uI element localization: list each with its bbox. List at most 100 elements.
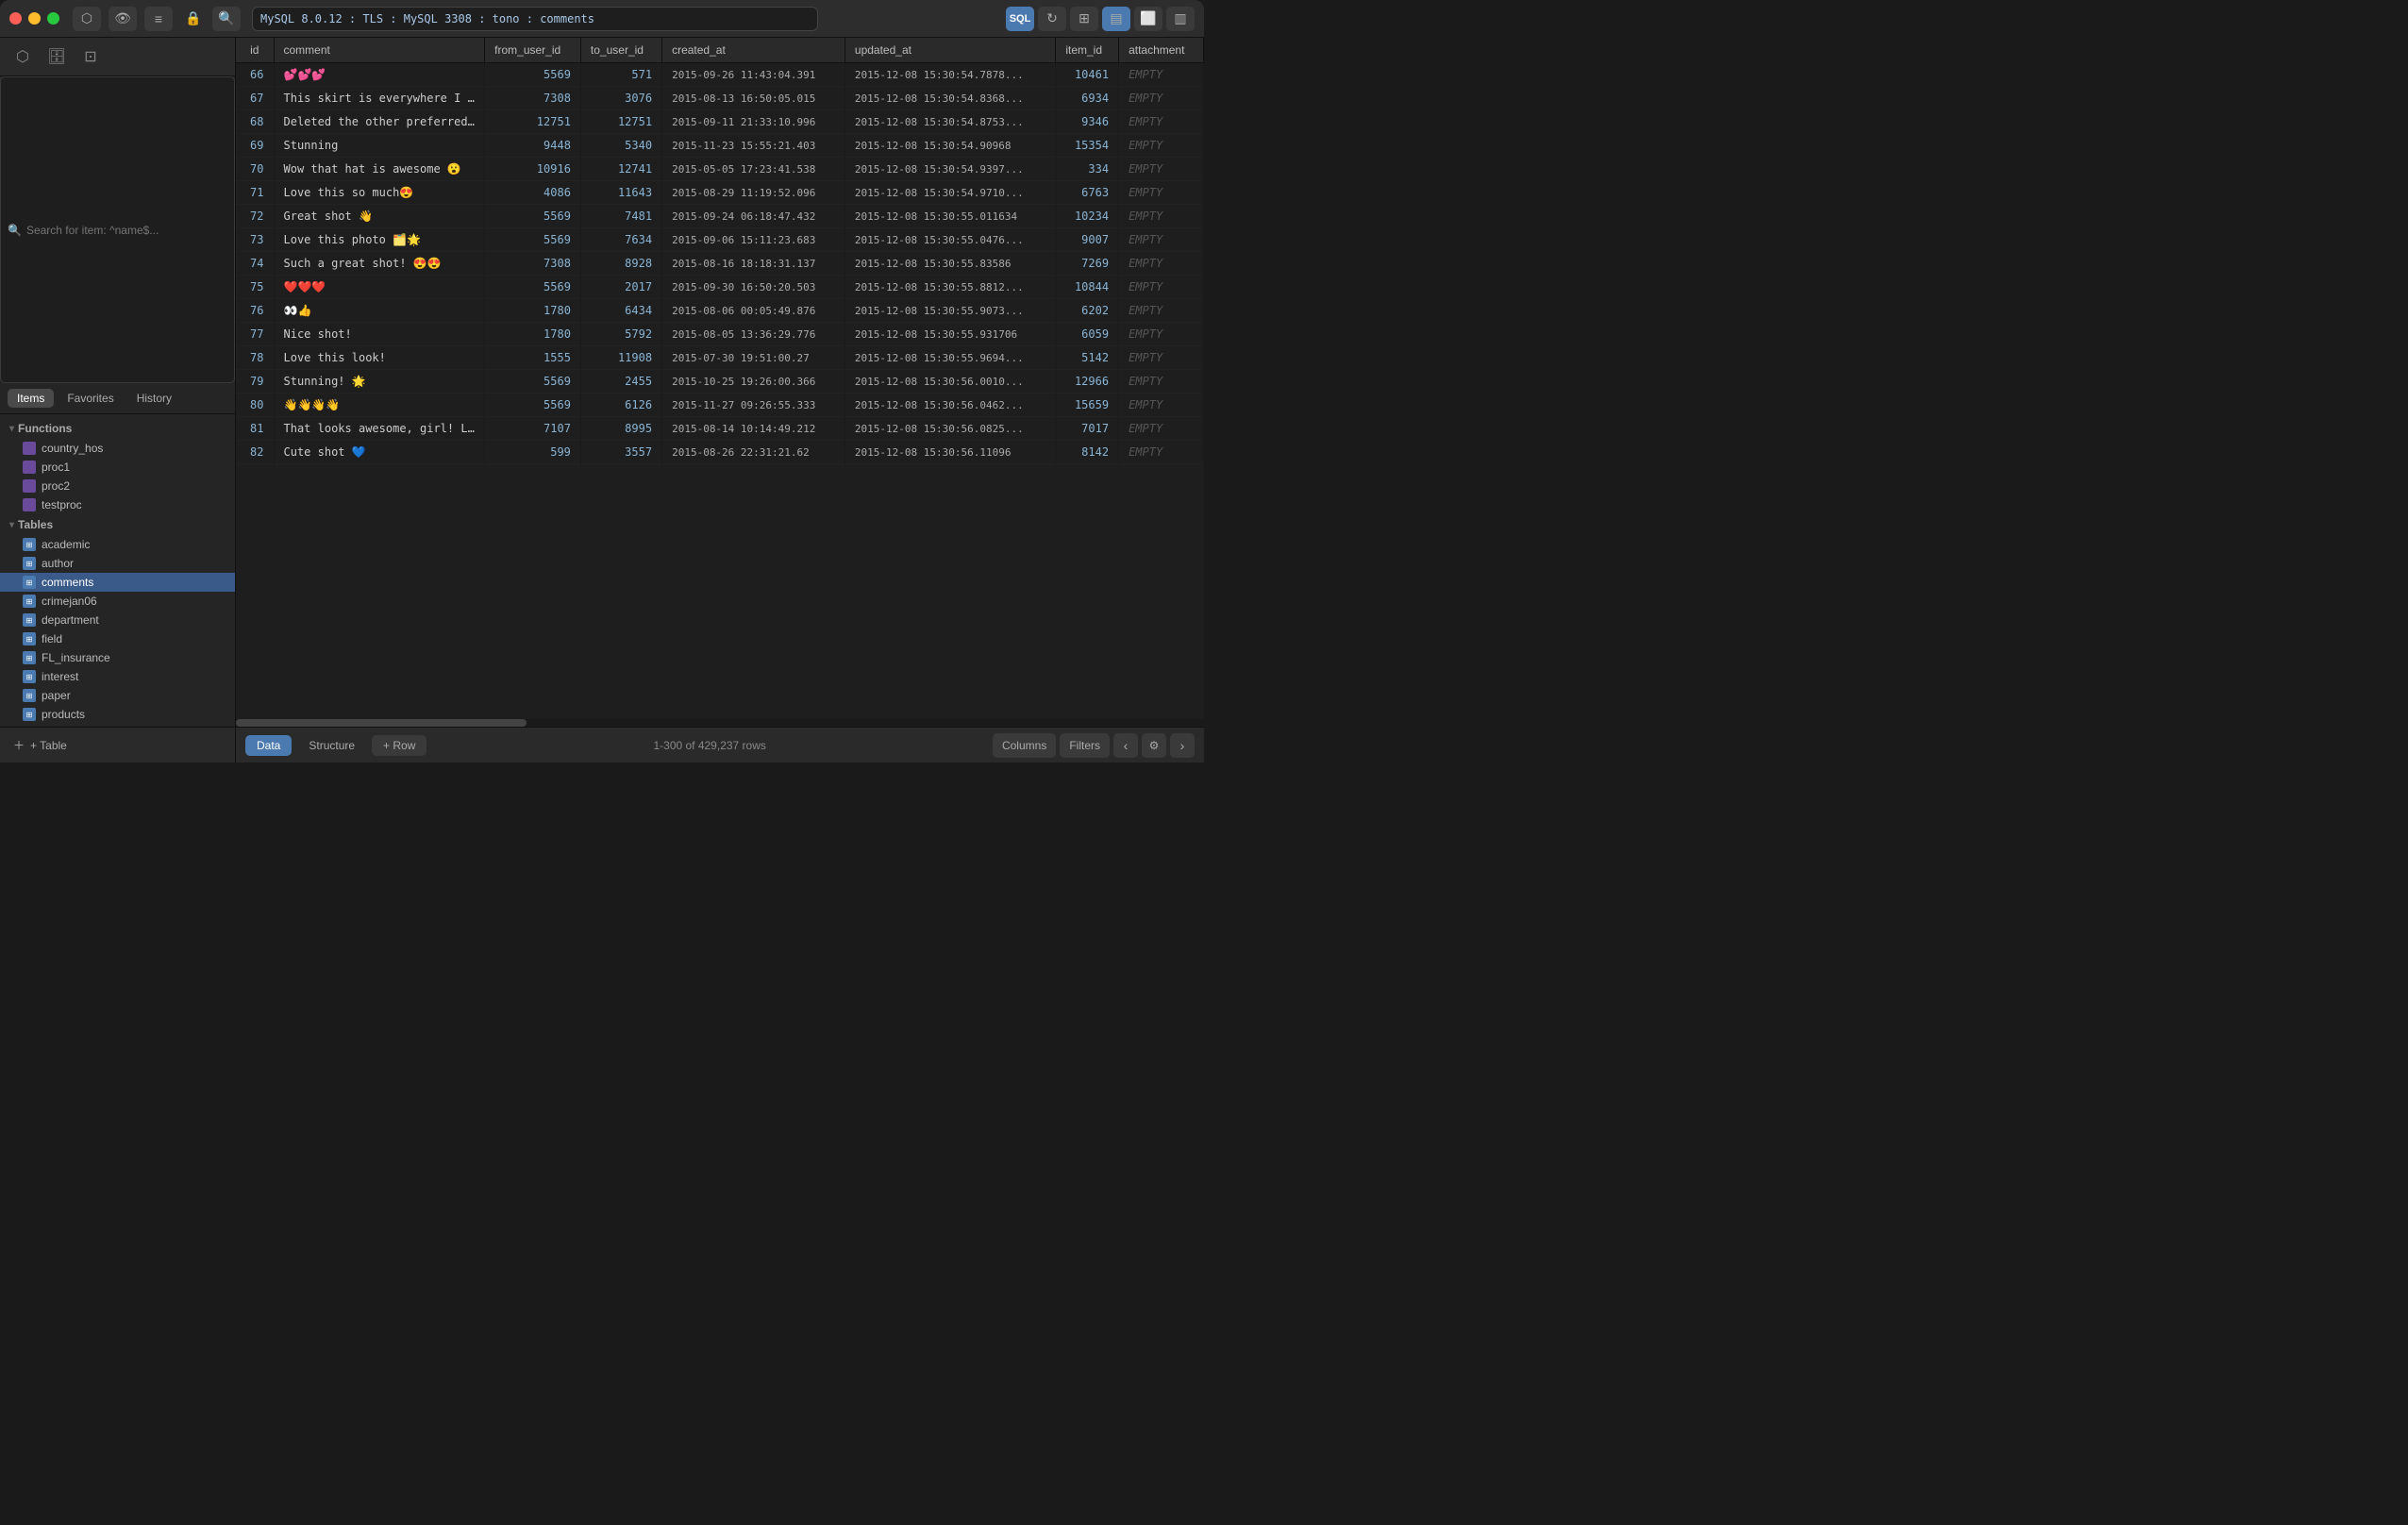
list-icon[interactable]: ≡ [144, 7, 173, 31]
prev-page-button[interactable]: ‹ [1113, 733, 1138, 758]
table-row[interactable]: 72Great shot 👋556974812015-09-24 06:18:4… [236, 205, 1204, 228]
sidebar-item-comments[interactable]: ⊞ comments [0, 573, 235, 592]
sidebar-item-field[interactable]: ⊞ field [0, 629, 235, 648]
table-row[interactable]: 81That looks awesome, girl! Love that ou… [236, 417, 1204, 441]
table-cell: 10234 [1056, 205, 1119, 228]
connection-bar[interactable]: MySQL 8.0.12 : TLS : MySQL 3308 : tono :… [252, 7, 818, 31]
table-row[interactable]: 80👋👋👋👋556961262015-11-27 09:26:55.333201… [236, 394, 1204, 417]
tab-items[interactable]: Items [8, 389, 54, 408]
table-cell: 2015-12-08 15:30:54.90968 [844, 134, 1055, 158]
sidebar-item-proc2[interactable]: proc2 [0, 477, 235, 495]
col-created-at[interactable]: created_at [662, 38, 845, 63]
add-row-button[interactable]: + Row [372, 735, 426, 756]
table-cell: 74 [236, 252, 274, 276]
table-cell: 7107 [485, 417, 581, 441]
table-row[interactable]: 77Nice shot!178057922015-08-05 13:36:29.… [236, 323, 1204, 346]
table-row[interactable]: 78Love this look!1555119082015-07-30 19:… [236, 346, 1204, 370]
panel-icon[interactable]: ▥ [1166, 7, 1195, 31]
col-comment[interactable]: comment [274, 38, 485, 63]
table-cell: 2015-08-14 10:14:49.212 [662, 417, 845, 441]
next-page-button[interactable]: › [1170, 733, 1195, 758]
sidebar-item-author[interactable]: ⊞ author [0, 554, 235, 573]
sidebar-item-interest[interactable]: ⊞ interest [0, 667, 235, 686]
settings-button[interactable]: ⚙ [1142, 733, 1166, 758]
col-to-user-id[interactable]: to_user_id [580, 38, 661, 63]
tab-structure[interactable]: Structure [297, 735, 366, 756]
close-button[interactable] [9, 12, 22, 25]
sidebar-item-crimejan06[interactable]: ⊞ crimejan06 [0, 592, 235, 611]
search-input[interactable] [26, 224, 227, 237]
table-row[interactable]: 68Deleted the other preferred this one h… [236, 110, 1204, 134]
refresh-icon[interactable]: ↻ [1038, 7, 1066, 31]
table-row[interactable]: 74Such a great shot! 😍😍730889282015-08-1… [236, 252, 1204, 276]
sidebar-search[interactable]: 🔍 [0, 76, 235, 383]
tab-history[interactable]: History [127, 389, 181, 408]
sidebar-item-label: proc2 [42, 479, 70, 493]
table-row[interactable]: 69Stunning944853402015-11-23 15:55:21.40… [236, 134, 1204, 158]
table-cell: 69 [236, 134, 274, 158]
table-cell: 2015-08-13 16:50:05.015 [662, 87, 845, 110]
table-cell: 10844 [1056, 276, 1119, 299]
table-row[interactable]: 73Love this photo 🗂️🌟556976342015-09-06 … [236, 228, 1204, 252]
col-updated-at[interactable]: updated_at [844, 38, 1055, 63]
add-table-button[interactable]: ＋ + Table [8, 733, 227, 757]
tables-list: ⊞ academic ⊞ author ⊞ comments ⊞ crimeja… [0, 535, 235, 727]
sidebar-item-label: crimejan06 [42, 595, 97, 608]
table-cell: This skirt is everywhere I need to get m… [274, 87, 485, 110]
tables-section-header[interactable]: ▾ Tables [0, 514, 235, 535]
functions-section-header[interactable]: ▾ Functions [0, 418, 235, 439]
table-row[interactable]: 71Love this so much😍4086116432015-08-29 … [236, 181, 1204, 205]
lock-icon[interactable]: 🔒 [182, 7, 205, 31]
table-row[interactable]: 76👀👍178064342015-08-06 00:05:49.8762015-… [236, 299, 1204, 323]
table-cell: 7269 [1056, 252, 1119, 276]
table-cell: Love this so much😍 [274, 181, 485, 205]
sidebar-item-paper[interactable]: ⊞ paper [0, 686, 235, 705]
table-row[interactable]: 82Cute shot 💙59935572015-08-26 22:31:21.… [236, 441, 1204, 464]
tab-favorites[interactable]: Favorites [58, 389, 123, 408]
split-view-icon[interactable]: ⬜ [1134, 7, 1162, 31]
filters-button[interactable]: Filters [1060, 733, 1110, 758]
table-row[interactable]: 66💕💕💕55695712015-09-26 11:43:04.3912015-… [236, 63, 1204, 87]
add-table-label: + Table [30, 739, 67, 752]
maximize-button[interactable] [47, 12, 59, 25]
search-icon[interactable]: 🔍 [212, 7, 241, 31]
scrollbar-thumb[interactable] [236, 719, 527, 727]
table-cell: 2015-09-24 06:18:47.432 [662, 205, 845, 228]
table-row[interactable]: 75❤️❤️❤️556920172015-09-30 16:50:20.5032… [236, 276, 1204, 299]
table-icon: ⊞ [23, 651, 36, 664]
tab-data[interactable]: Data [245, 735, 292, 756]
sidebar-item-products[interactable]: ⊞ products [0, 705, 235, 724]
function-icon [23, 461, 36, 474]
sidebar-item-label: comments [42, 576, 93, 589]
sidebar-item-testproc[interactable]: testproc [0, 495, 235, 514]
horizontal-scrollbar[interactable] [236, 719, 1204, 727]
eye-icon[interactable]: 👁 [109, 7, 137, 31]
table-cell: EMPTY [1119, 87, 1204, 110]
sidebar-item-fl-insurance[interactable]: ⊞ FL_insurance [0, 648, 235, 667]
col-id[interactable]: id [236, 38, 274, 63]
table-row[interactable]: 70Wow that hat is awesome 😮1091612741201… [236, 158, 1204, 181]
sql-button[interactable]: SQL [1006, 7, 1034, 31]
col-attachment[interactable]: attachment [1119, 38, 1204, 63]
columns-button[interactable]: Columns [993, 733, 1056, 758]
db-icon[interactable]: ⬡ [9, 45, 36, 68]
col-item-id[interactable]: item_id [1056, 38, 1119, 63]
table-row[interactable]: 67This skirt is everywhere I need to get… [236, 87, 1204, 110]
table-icon[interactable]: 🗄 [43, 45, 70, 68]
grid-icon[interactable]: ⊞ [1070, 7, 1098, 31]
data-table-container[interactable]: id comment from_user_id to_user_id creat… [236, 38, 1204, 719]
minimize-button[interactable] [28, 12, 41, 25]
table-cell: ❤️❤️❤️ [274, 276, 485, 299]
code-icon[interactable]: ⊡ [77, 45, 104, 68]
sidebar-item-academic[interactable]: ⊞ academic [0, 535, 235, 554]
back-icon[interactable]: ⬡ [73, 7, 101, 31]
sidebar-item-department[interactable]: ⊞ department [0, 611, 235, 629]
sidebar-item-proc1[interactable]: proc1 [0, 458, 235, 477]
table-cell: Such a great shot! 😍😍 [274, 252, 485, 276]
table-cell: 2455 [580, 370, 661, 394]
col-from-user-id[interactable]: from_user_id [485, 38, 581, 63]
table-view-icon[interactable]: ▤ [1102, 7, 1130, 31]
table-cell: 5569 [485, 370, 581, 394]
sidebar-item-country-hos[interactable]: country_hos [0, 439, 235, 458]
table-row[interactable]: 79Stunning! 🌟556924552015-10-25 19:26:00… [236, 370, 1204, 394]
